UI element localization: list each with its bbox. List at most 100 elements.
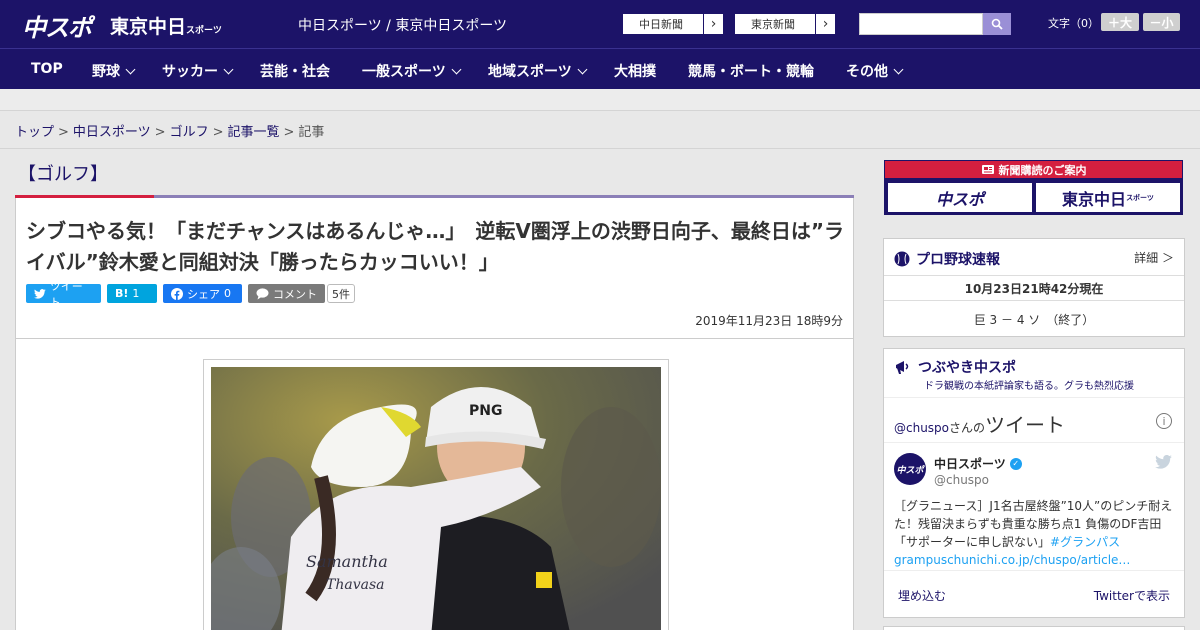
comment-button[interactable]: コメント: [248, 284, 325, 303]
chunichi-shimbun-button[interactable]: 中日新聞 ›: [622, 13, 724, 35]
subscription-ad[interactable]: 新聞購読のご案内 中スポ 東京中日 スポーツ: [884, 160, 1183, 215]
info-icon[interactable]: i: [1156, 413, 1172, 429]
breadcrumb-divider: [0, 148, 1200, 149]
nav-item-other[interactable]: その他: [846, 61, 904, 81]
nav-item-soccer[interactable]: サッカー: [162, 61, 234, 81]
breadcrumb-chunichi-sports[interactable]: 中日スポーツ: [73, 125, 151, 140]
megaphone-icon: [896, 361, 909, 374]
tweet-account-name[interactable]: 中日スポーツ ✓: [934, 455, 1022, 472]
search-input[interactable]: [859, 13, 983, 35]
hatena-bookmark-button[interactable]: B! 1: [107, 284, 157, 303]
divider: [884, 275, 1184, 276]
tweet-account-handle[interactable]: @chuspo: [934, 473, 989, 487]
tokyo-logo-small: スポーツ: [186, 26, 222, 36]
facebook-share-button[interactable]: シェア 0: [163, 284, 242, 303]
hatena-count: 1: [132, 287, 140, 300]
twitter-widget-subtitle: ドラ観戦の本紙評論家も語る。グラも熱烈応援: [924, 381, 1134, 392]
ad-tokyo-logo-small: スポーツ: [1126, 193, 1154, 202]
ad-heading: 新聞購読のご案内: [885, 161, 1182, 178]
baseball-icon: [894, 251, 910, 267]
font-smaller-button[interactable]: －小: [1143, 13, 1180, 31]
chuspo-logo[interactable]: 中スポ: [22, 8, 92, 43]
share-buttons: ツイート B! 1 シェア 0 コメント 5件: [26, 280, 355, 309]
breadcrumb-article-list[interactable]: 記事一覧: [228, 125, 280, 140]
baseball-detail-link[interactable]: 詳細 ＞: [1134, 249, 1174, 266]
ad-heading-text: 新聞購読のご案内: [998, 163, 1087, 177]
nav-label: 芸能・社会: [260, 64, 330, 80]
breadcrumb-separator: >: [154, 125, 166, 140]
breadcrumb-golf[interactable]: ゴルフ: [170, 125, 209, 140]
verified-badge-icon: ✓: [1009, 457, 1022, 470]
nav-item-baseball[interactable]: 野球: [92, 61, 136, 81]
photo-frame: PNG Samantha Thavasa: [203, 359, 669, 630]
svg-text:PNG: PNG: [469, 403, 502, 419]
nav-item-sumo[interactable]: 大相撲: [614, 61, 656, 81]
nav-item-local-sports[interactable]: 地域スポーツ: [488, 61, 588, 81]
twitter-widget: つぶやき中スポ ドラ観戦の本紙評論家も語る。グラも熱烈応援 @chuspoさんの…: [883, 348, 1185, 618]
nav-item-keiba[interactable]: 競馬・ボート・競輪: [688, 61, 814, 81]
avatar[interactable]: 中スポ: [894, 453, 926, 485]
nav-item-general-sports[interactable]: 一般スポーツ: [362, 61, 462, 81]
divider: [884, 570, 1184, 571]
nav-label: 大相撲: [614, 64, 656, 80]
ad-tokyo-logo-text: 東京中日: [1062, 189, 1127, 209]
svg-text:Samantha: Samantha: [306, 552, 388, 571]
top-header: 中スポ 東京中日スポーツ 中日スポーツ / 東京中日スポーツ 中日新聞 › 東京…: [0, 0, 1200, 48]
twitter-widget-title-text: つぶやき中スポ: [918, 360, 1016, 376]
comment-label: コメント: [273, 287, 317, 301]
tweet-button[interactable]: ツイート: [26, 280, 101, 309]
nav-item-top[interactable]: TOP: [31, 61, 63, 77]
speech-bubble-icon: [256, 287, 269, 299]
tweet-link[interactable]: grampuschunichi.co.jp/chuspo/article…: [894, 553, 1130, 567]
article-photo-area: PNG Samantha Thavasa: [15, 339, 854, 630]
svg-text:Thavasa: Thavasa: [326, 577, 385, 593]
breadcrumb-separator: >: [283, 125, 295, 140]
embed-link[interactable]: 埋め込む: [898, 587, 946, 604]
nav-label: 地域スポーツ: [488, 64, 572, 80]
search-button[interactable]: [983, 13, 1011, 35]
account-name-text: 中日スポーツ: [934, 457, 1006, 471]
twitter-handle-link[interactable]: @chuspo: [894, 421, 949, 435]
article-header: シブコやる気！「まだチャンスはあるんじゃ…」 逆転V圏浮上の渋野日向子、最終日は…: [15, 198, 854, 339]
main-nav: TOP 野球 サッカー 芸能・社会 一般スポーツ 地域スポーツ 大相撲 競馬・ボ…: [0, 48, 1200, 89]
tokyo-shimbun-button[interactable]: 東京新聞 ›: [734, 13, 836, 35]
ad-tokyo-chunichi-logo[interactable]: 東京中日 スポーツ: [1036, 183, 1180, 212]
font-bigger-button[interactable]: ＋大: [1101, 13, 1139, 31]
twitter-bird-icon: [34, 288, 46, 299]
twitter-timeline-heading: @chuspoさんのツイート: [894, 409, 1065, 438]
comment-count[interactable]: 5件: [327, 284, 355, 303]
baseball-update-time: 10月23日21時42分現在: [964, 282, 1104, 296]
facebook-label: シェア: [187, 287, 220, 301]
twitter-bird-icon[interactable]: [1155, 455, 1172, 469]
baseball-title-text: プロ野球速報: [916, 252, 1000, 268]
golfers-hug-image: PNG Samantha Thavasa: [211, 367, 661, 630]
ad-chuspo-logo[interactable]: 中スポ: [888, 183, 1032, 212]
chunichi-shimbun-label: 中日新聞: [639, 18, 683, 31]
breadcrumb-current: 記事: [298, 125, 325, 140]
hatena-icon: B!: [115, 287, 129, 300]
tokyo-chunichi-logo[interactable]: 東京中日スポーツ: [110, 12, 222, 39]
article-photo[interactable]: PNG Samantha Thavasa: [211, 367, 661, 630]
newspaper-icon: [981, 165, 994, 174]
nav-label: 一般スポーツ: [362, 64, 446, 80]
facebook-icon: [171, 287, 183, 300]
nav-label: その他: [846, 64, 888, 80]
breadcrumb-separator: >: [212, 125, 224, 140]
tweet-label: ツイート: [49, 279, 83, 309]
site-title[interactable]: 中日スポーツ / 東京中日スポーツ: [298, 15, 507, 35]
chevron-right-icon: ›: [703, 14, 723, 34]
tweet-hashtag[interactable]: #グランパス: [1050, 535, 1120, 549]
tweet-body: ［グラニュース］J1名古屋終盤”10人”のピンチ耐えた！残留決まらずも貴重な勝ち…: [894, 499, 1173, 549]
nav-item-entertainment[interactable]: 芸能・社会: [260, 61, 330, 81]
chevron-down-icon: [577, 64, 588, 75]
breadcrumb-top[interactable]: トップ: [15, 125, 54, 140]
twitter-widget-title: つぶやき中スポ: [894, 357, 1016, 377]
chevron-down-icon: [125, 64, 136, 75]
baseball-game-result[interactable]: 巨 3 － 4 ソ （終了）: [884, 311, 1184, 328]
chevron-down-icon: [223, 64, 234, 75]
header-band: [0, 89, 1200, 111]
chevron-down-icon: [451, 64, 462, 75]
font-size-label: 文字（0）: [1048, 17, 1099, 30]
twitter-heading-text: ツイート: [985, 413, 1066, 437]
view-on-twitter-link[interactable]: Twitterで表示: [1094, 587, 1170, 604]
